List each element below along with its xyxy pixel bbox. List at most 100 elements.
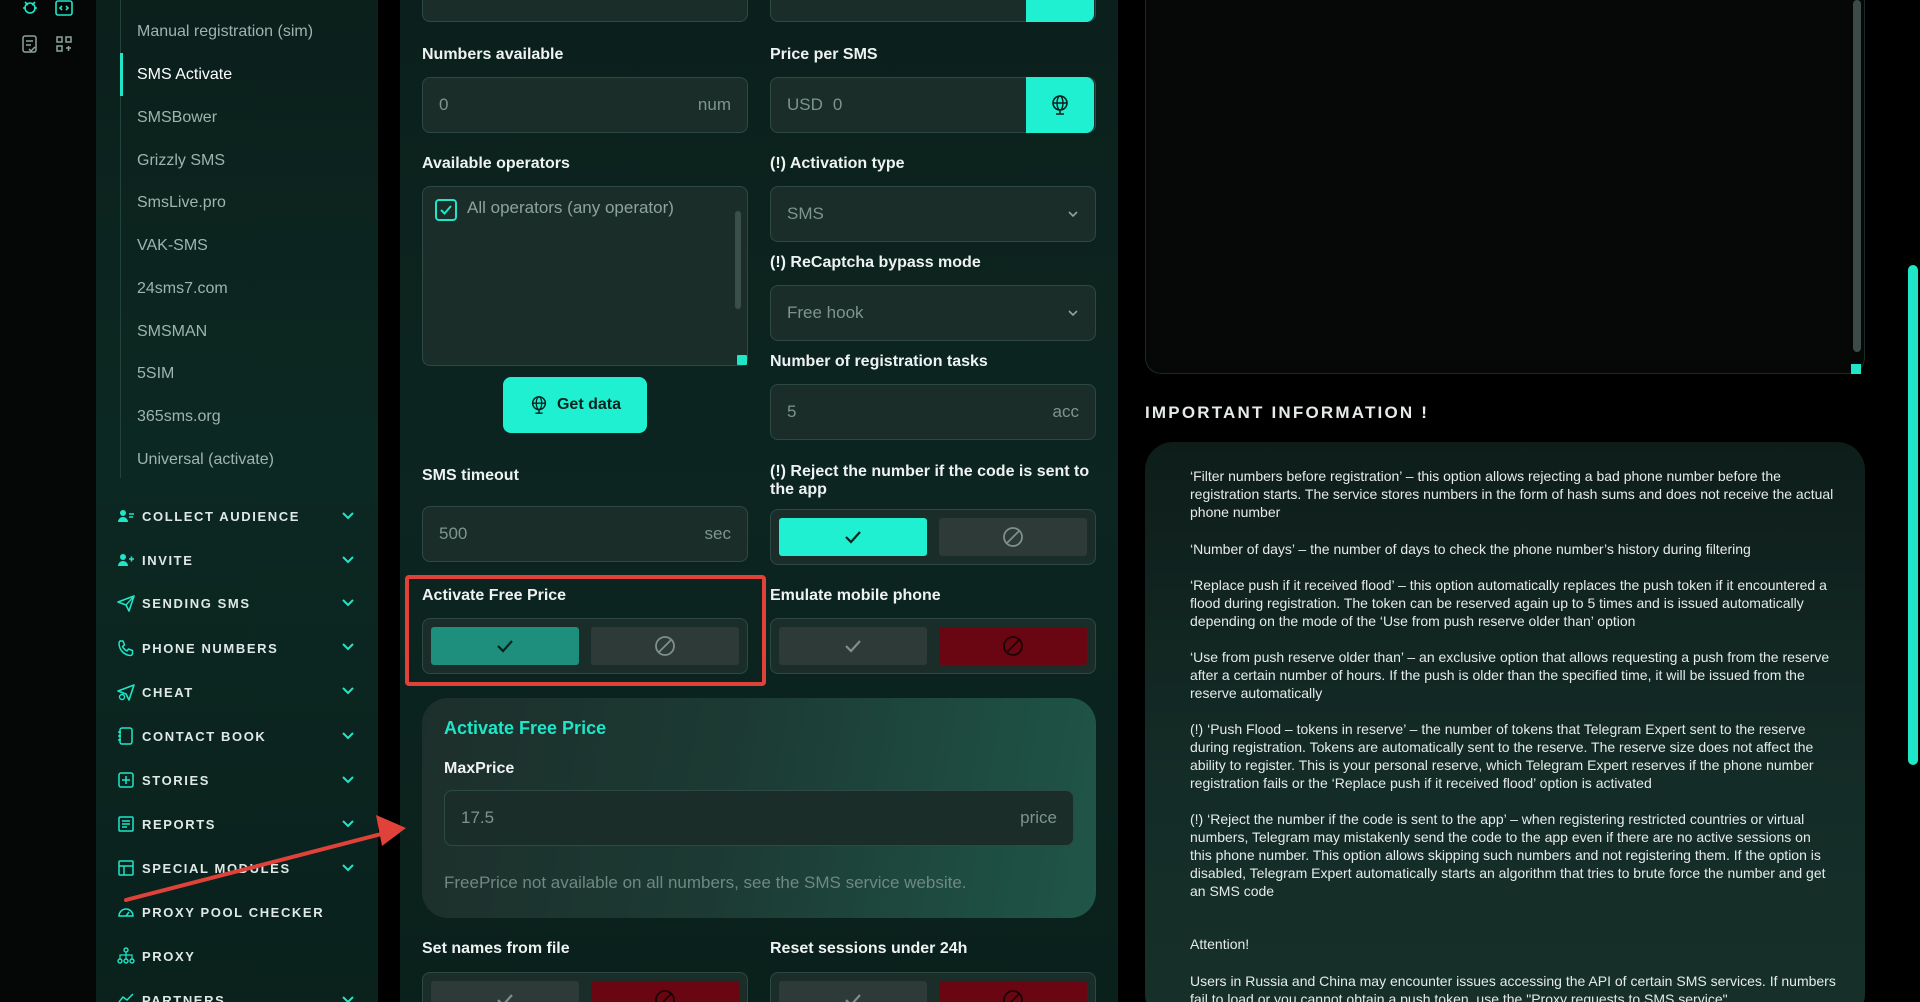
info-paragraph: Users in Russia and China may encounter …: [1190, 973, 1836, 1002]
available-operators-label: Available operators: [422, 155, 570, 172]
users-icon: [116, 506, 136, 526]
sidebar-item-manual-registration[interactable]: Manual registration (sim): [120, 10, 360, 53]
sidebar-item-smsman[interactable]: SMSMAN: [120, 310, 360, 353]
sidebar-section-collect-audience[interactable]: COLLECT AUDIENCE: [116, 501, 356, 531]
sidebar-item-365sms[interactable]: 365sms.org: [120, 395, 360, 438]
section-label: SPECIAL MODULES: [142, 860, 291, 876]
chevron-down-icon[interactable]: [341, 640, 355, 654]
info-paragraph: ‘Replace push if it received flood’ – th…: [1190, 577, 1827, 629]
chevron-down-icon[interactable]: [341, 553, 355, 567]
toggle-off-button[interactable]: [591, 981, 739, 1002]
toggle-off-button[interactable]: [939, 981, 1087, 1002]
info-paragraph: (!) ‘Reject the number if the code is se…: [1190, 811, 1826, 899]
modules-icon: [116, 858, 136, 878]
sidebar-section-special-modules[interactable]: SPECIAL MODULES: [116, 853, 356, 883]
numbers-available-input[interactable]: 0 num: [422, 77, 748, 133]
sidebar-item-smslive[interactable]: SmsLive.pro: [120, 181, 360, 224]
chevron-down-icon[interactable]: [341, 684, 355, 698]
sidebar-section-cheat[interactable]: CHEAT: [116, 677, 356, 707]
input-unit: price: [1020, 808, 1057, 827]
sidebar-section-phone-numbers[interactable]: PHONE NUMBERS: [116, 633, 356, 663]
numbers-available-label: Numbers available: [422, 46, 564, 63]
operators-scrollbar[interactable]: [735, 211, 741, 309]
check-icon: [497, 994, 513, 1002]
select-value: Free hook: [787, 303, 864, 322]
sidebar-section-partners[interactable]: PARTNERS: [116, 985, 356, 1002]
toggle-off-button[interactable]: [939, 518, 1087, 556]
textarea-scrollbar[interactable]: [1853, 0, 1861, 352]
input-unit: sec: [704, 524, 731, 543]
toggle-on-button[interactable]: [779, 627, 927, 665]
checklist-icon[interactable]: [20, 34, 40, 54]
activation-type-select[interactable]: SMS: [770, 186, 1096, 242]
toggle-on-button[interactable]: [431, 981, 579, 1002]
sidebar-item-vak-sms[interactable]: VAK-SMS: [120, 224, 360, 267]
sidebar-item-grizzly-sms[interactable]: Grizzly SMS: [120, 139, 360, 182]
info-paragraph: Attention!: [1190, 936, 1250, 952]
stories-icon: [116, 770, 136, 790]
recaptcha-mode-select[interactable]: Free hook: [770, 285, 1096, 341]
set-names-toggle: [422, 972, 748, 1002]
sms-timeout-input[interactable]: 500 sec: [422, 506, 748, 562]
recaptcha-mode-label: (!) ReCaptcha bypass mode: [770, 254, 981, 271]
operators-listbox[interactable]: All operators (any operator): [422, 186, 748, 366]
sidebar-section-proxy-pool-checker[interactable]: PROXY POOL CHECKER: [116, 897, 356, 927]
max-price-input[interactable]: 17.5 price: [444, 790, 1074, 846]
operator-option-label: All operators (any operator): [467, 198, 674, 217]
toggle-off-button[interactable]: [939, 627, 1087, 665]
reject-number-toggle: [770, 509, 1096, 565]
check-icon: [440, 205, 452, 215]
sidebar-item-universal-activate[interactable]: Universal (activate): [120, 438, 360, 481]
send-icon: [116, 593, 136, 613]
get-data-label: Get data: [556, 396, 621, 413]
section-label: REPORTS: [142, 816, 217, 832]
section-label: SENDING SMS: [142, 595, 251, 611]
sidebar-item-smsbower[interactable]: SMSBower: [120, 96, 360, 139]
page-scrollbar[interactable]: [1908, 265, 1918, 765]
check-icon: [845, 994, 861, 1002]
reject-number-label: (!) Reject the number if the code is sen…: [770, 463, 1090, 498]
sidebar-item-sms-activate[interactable]: SMS Activate: [120, 53, 360, 96]
chevron-down-icon[interactable]: [341, 817, 355, 831]
sidebar-section-reports[interactable]: REPORTS: [116, 809, 356, 839]
chevron-down-icon[interactable]: [341, 596, 355, 610]
chevron-down-icon[interactable]: [341, 993, 355, 1002]
partners-icon: [116, 990, 136, 1002]
code-window-icon[interactable]: [54, 0, 74, 18]
chevron-down-icon[interactable]: [341, 773, 355, 787]
sidebar-section-proxy[interactable]: PROXY: [116, 941, 356, 971]
chevron-down-icon[interactable]: [341, 729, 355, 743]
sidebar-section-invite[interactable]: INVITE: [116, 545, 356, 575]
log-textarea[interactable]: [1145, 0, 1865, 374]
input-value: 17.5: [461, 808, 495, 827]
price-globe-button[interactable]: [1026, 77, 1094, 133]
info-paragraph: ‘Number of days’ – the number of days to…: [1190, 541, 1751, 557]
select-value: SMS: [787, 204, 824, 223]
activation-type-label: (!) Activation type: [770, 155, 905, 172]
resize-grip[interactable]: [1851, 364, 1861, 374]
resize-grip[interactable]: [737, 355, 747, 365]
sidebar-section-stories[interactable]: STORIES: [116, 765, 356, 795]
toggle-on-button[interactable]: [779, 518, 927, 556]
cropped-globe-button[interactable]: [1026, 0, 1094, 22]
emulate-mobile-toggle: [770, 618, 1096, 674]
toggle-on-button[interactable]: [779, 981, 927, 1002]
ban-icon: [1003, 990, 1023, 1002]
currency-prefix: USD: [787, 95, 823, 114]
sidebar-item-5sim[interactable]: 5SIM: [120, 352, 360, 395]
bug-icon[interactable]: [20, 0, 40, 18]
annotation-highlight-box: [405, 575, 766, 686]
sidebar-section-contact-book[interactable]: CONTACT BOOK: [116, 721, 356, 751]
sidebar-section-sending-sms[interactable]: SENDING SMS: [116, 588, 356, 618]
cropped-top-input[interactable]: [422, 0, 748, 22]
chevron-down-icon[interactable]: [341, 509, 355, 523]
grid-icon[interactable]: [54, 34, 74, 54]
important-info-heading: IMPORTANT INFORMATION !: [1145, 403, 1430, 422]
globe-icon: [531, 396, 547, 414]
sidebar: Manual registration (sim) SMS Activate S…: [96, 0, 378, 1002]
get-data-button[interactable]: Get data: [503, 377, 647, 433]
chevron-down-icon[interactable]: [341, 861, 355, 875]
operator-checkbox[interactable]: [435, 199, 457, 221]
registration-tasks-input[interactable]: 5 acc: [770, 384, 1096, 440]
sidebar-item-24sms7[interactable]: 24sms7.com: [120, 267, 360, 310]
